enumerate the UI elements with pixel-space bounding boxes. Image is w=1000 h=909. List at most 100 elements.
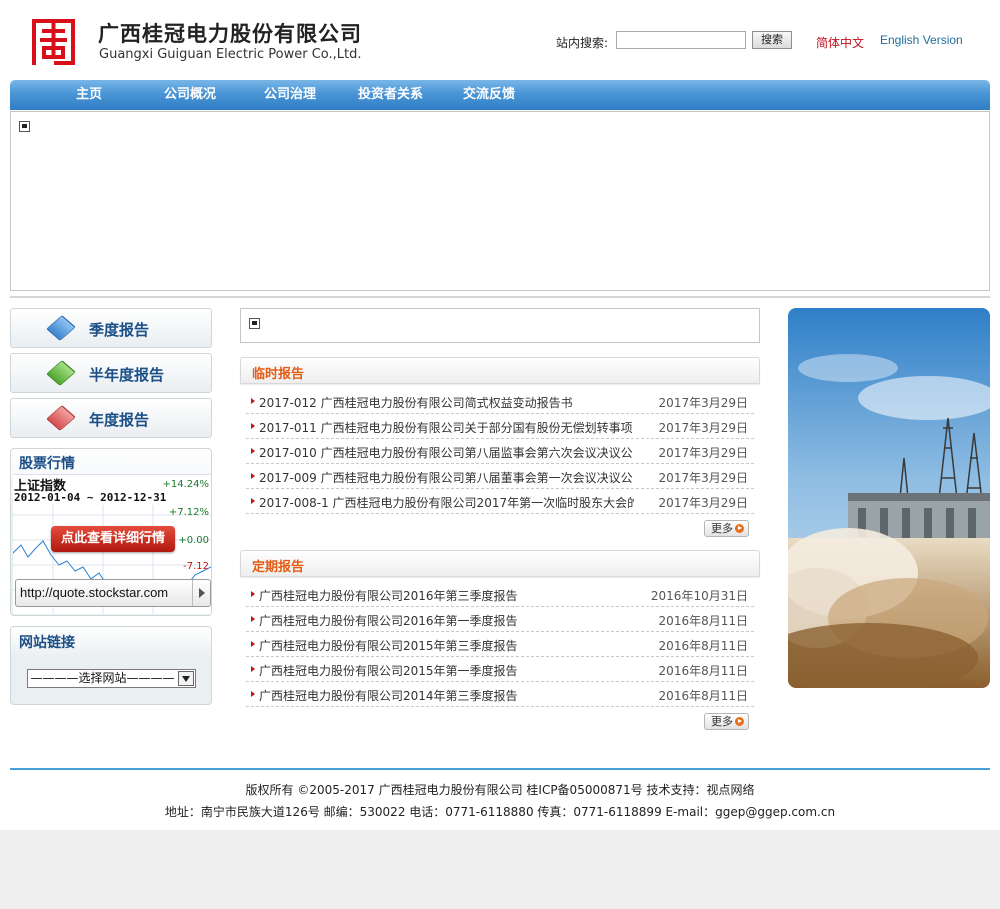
bullet-arrow-icon [251,498,255,504]
news-row[interactable]: 2017-010 广西桂冠电力股份有限公司第八届监事会第六次会议决议公 2017年… [246,439,754,464]
news-date: 2016年10月31日 [650,589,748,603]
news-title[interactable]: 2017-012 广西桂冠电力股份有限公司简式权益变动报告书 [259,394,634,411]
news-title[interactable]: 广西桂冠电力股份有限公司2015年第三季度报告 [259,637,634,654]
stock-url-bar[interactable]: http://quote.stockstar.com [15,579,211,607]
site-links-panel: 网站链接 ————选择网站———— [10,626,212,705]
annual-report-label: 年度报告 [89,411,150,429]
company-name-cn: 广西桂冠电力股份有限公司 [98,22,362,46]
book-blue-icon [46,315,76,341]
book-red-icon [46,405,76,431]
banner-frame [10,111,990,291]
page: 广西桂冠电力股份有限公司 Guangxi Guiguan Electric Po… [0,0,1000,830]
news-date: 2017年3月29日 [658,496,748,510]
more-label: 更多 [711,715,733,728]
periodic-more-button[interactable]: 更多 [704,713,749,730]
news-title[interactable]: 2017-009 广西桂冠电力股份有限公司第八届董事会第一次会议决议公 [259,469,634,486]
divider [10,296,990,298]
arrow-right-icon[interactable] [192,580,210,606]
bullet-arrow-icon [251,398,255,404]
news-title[interactable]: 广西桂冠电力股份有限公司2016年第一季度报告 [259,612,634,629]
news-title[interactable]: 2017-010 广西桂冠电力股份有限公司第八届监事会第六次会议决议公 [259,444,634,461]
news-row[interactable]: 广西桂冠电力股份有限公司2015年第一季度报告 2016年8月11日 [246,657,754,682]
arrow-circle-icon [735,524,744,533]
bullet-arrow-icon [251,473,255,479]
news-date: 2017年3月29日 [658,421,748,435]
news-title[interactable]: 广西桂冠电力股份有限公司2016年第三季度报告 [259,587,634,604]
nav-item-feedback[interactable]: 交流反馈 [463,80,515,110]
stock-pct-label: +0.00 [178,535,209,546]
news-row[interactable]: 广西桂冠电力股份有限公司2015年第三季度报告 2016年8月11日 [246,632,754,657]
periodic-reports-header: 定期报告 [240,550,760,577]
stock-pct-label: +14.24% [162,479,209,490]
lang-chinese-link[interactable]: 简体中文 [816,34,864,51]
bullet-arrow-icon [251,448,255,454]
half-year-report-label: 半年度报告 [89,366,165,384]
news-row[interactable]: 2017-012 广西桂冠电力股份有限公司简式权益变动报告书 2017年3月29日 [246,389,754,414]
stock-pct-label: +7.12% [168,507,209,518]
more-label: 更多 [711,522,733,535]
company-logo-icon[interactable] [26,13,81,68]
news-date: 2017年3月29日 [658,446,748,460]
news-row[interactable]: 2017-009 广西桂冠电力股份有限公司第八届董事会第一次会议决议公 2017年… [246,464,754,489]
nav-item-governance[interactable]: 公司治理 [264,80,316,110]
bullet-arrow-icon [251,691,255,697]
bullet-arrow-icon [251,591,255,597]
nav-item-investor-relations[interactable]: 投资者关系 [358,80,423,110]
temporary-reports-header: 临时报告 [240,357,760,384]
company-name-en: Guangxi Guiguan Electric Power Co.,Ltd. [99,47,362,62]
news-row[interactable]: 广西桂冠电力股份有限公司2014年第三季度报告 2016年8月11日 [246,682,754,707]
news-row[interactable]: 2017-008-1 广西桂冠电力股份有限公司2017年第一次临时股东大会的 20… [246,489,754,514]
site-links-select[interactable]: ————选择网站———— [27,669,196,688]
bullet-arrow-icon [251,641,255,647]
chevron-down-icon[interactable] [178,671,194,686]
site-links-selected: ————选择网站———— [30,671,175,685]
news-title[interactable]: 广西桂冠电力股份有限公司2015年第一季度报告 [259,662,634,679]
nav-item-company-overview[interactable]: 公司概况 [164,80,216,110]
news-date: 2016年8月11日 [658,614,748,628]
temporary-reports-title[interactable]: 临时报告 [252,363,304,382]
bullet-arrow-icon [251,423,255,429]
news-date: 2017年3月29日 [658,471,748,485]
stock-url-text: http://quote.stockstar.com [20,585,169,600]
notice-frame [240,308,760,343]
periodic-reports-title[interactable]: 定期报告 [252,556,304,575]
news-date: 2016年8月11日 [658,639,748,653]
news-date: 2016年8月11日 [658,689,748,703]
search-input[interactable] [616,31,746,49]
footer-copyright: 版权所有 ©2005-2017 广西桂冠电力股份有限公司 桂ICP备050008… [245,783,755,797]
dam-photo [788,308,990,688]
news-title[interactable]: 2017-011 广西桂冠电力股份有限公司关于部分国有股份无偿划转事项 [259,419,634,436]
annual-report-button[interactable]: 年度报告 [10,398,212,438]
footer-divider [10,768,990,770]
temporary-more-button[interactable]: 更多 [704,520,749,537]
half-year-report-button[interactable]: 半年度报告 [10,353,212,393]
search-label: 站内搜索: [556,36,609,50]
book-green-icon [46,360,76,386]
stock-detail-button[interactable]: 点此查看详细行情 [51,526,175,552]
news-date: 2016年8月11日 [658,664,748,678]
stock-panel-title: 股票行情 [19,456,75,472]
quarterly-report-button[interactable]: 季度报告 [10,308,212,348]
footer-contact: 地址：南宁市民族大道126号 邮编：530022 电话：0771-6118880… [164,805,836,819]
news-row[interactable]: 2017-011 广西桂冠电力股份有限公司关于部分国有股份无偿划转事项 2017年… [246,414,754,439]
news-row[interactable]: 广西桂冠电力股份有限公司2016年第一季度报告 2016年8月11日 [246,607,754,632]
stock-panel: 股票行情 上证指数 2012-01-04 ~ 2012-12-31 +14.24… [10,448,212,616]
arrow-circle-icon [735,717,744,726]
broken-image-icon [19,121,30,132]
news-title[interactable]: 广西桂冠电力股份有限公司2014年第三季度报告 [259,687,634,704]
main-nav: 主页 公司概况 公司治理 投资者关系 交流反馈 [10,80,990,110]
quarterly-report-label: 季度报告 [89,321,150,339]
nav-item-home[interactable]: 主页 [76,80,102,110]
news-row[interactable]: 广西桂冠电力股份有限公司2016年第三季度报告 2016年10月31日 [246,582,754,607]
stock-pct-label: -7.12 [183,561,209,572]
news-title[interactable]: 2017-008-1 广西桂冠电力股份有限公司2017年第一次临时股东大会的 [259,494,634,511]
lang-english-link[interactable]: English Version [880,33,963,47]
broken-image-icon [249,318,260,329]
bullet-arrow-icon [251,666,255,672]
bullet-arrow-icon [251,616,255,622]
stock-widget[interactable]: 上证指数 2012-01-04 ~ 2012-12-31 +14.24% +7.… [13,474,211,614]
search-button[interactable]: 搜索 [752,31,792,49]
site-links-title: 网站链接 [19,635,75,651]
stock-date-range: 2012-01-04 ~ 2012-12-31 [14,491,167,504]
news-date: 2017年3月29日 [658,396,748,410]
